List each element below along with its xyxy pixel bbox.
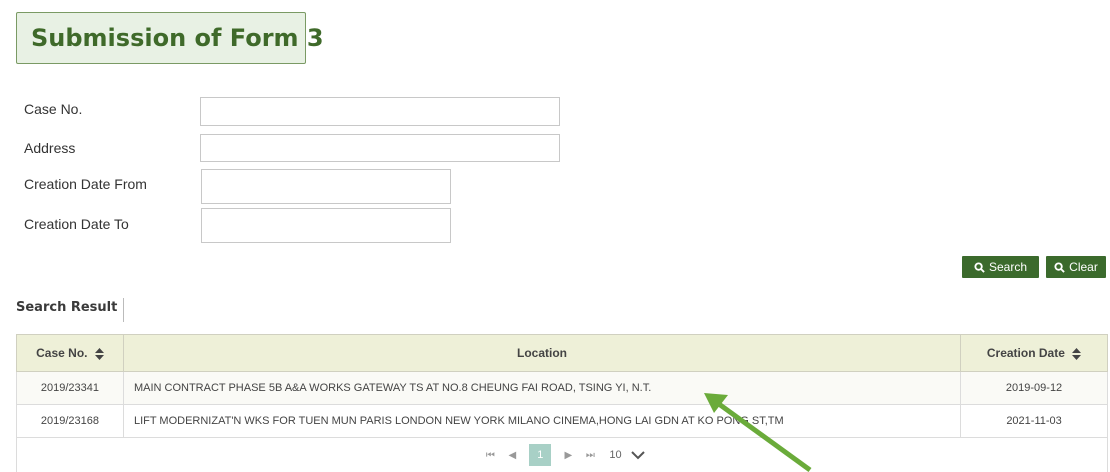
address-label: Address (24, 140, 76, 156)
page-title: Submission of Form 3 (31, 24, 324, 52)
column-header-location: Location (122, 334, 962, 372)
column-header-label: Location (517, 346, 568, 360)
search-icon (1054, 261, 1065, 273)
creation-date-from-label: Creation Date From (24, 176, 147, 192)
search-result-label: Search Result (16, 298, 125, 322)
page-title-box: Submission of Form 3 (16, 12, 324, 64)
first-page-icon[interactable]: ⏮ (479, 444, 501, 466)
search-button[interactable]: Search (962, 256, 1039, 278)
page-size-select[interactable]: 10 (609, 449, 645, 461)
search-icon (974, 261, 985, 273)
next-page-icon[interactable]: ▶ (557, 444, 579, 466)
search-button-label: Search (988, 260, 1028, 274)
page-size-value: 10 (609, 449, 622, 461)
table-header-row: Case No. Location Creation Date (16, 334, 1108, 372)
previous-page-icon[interactable]: ◀ (501, 444, 523, 466)
clear-button-label: Clear (1069, 260, 1098, 274)
cell-creation-date: 2019-09-12 (960, 371, 1108, 405)
table-row[interactable]: 2019/23168 LIFT MODERNIZAT'N WKS FOR TUE… (16, 404, 1108, 438)
address-input[interactable] (200, 134, 560, 162)
creation-date-to-label: Creation Date To (24, 216, 129, 232)
creation-date-to-input[interactable] (201, 208, 451, 243)
results-table: Case No. Location Creation Date 2019/233… (16, 334, 1108, 438)
cell-location: MAIN CONTRACT PHASE 5B A&A WORKS GATEWAY… (122, 371, 962, 405)
case-no-label: Case No. (24, 101, 83, 117)
cell-location: LIFT MODERNIZAT'N WKS FOR TUEN MUN PARIS… (122, 404, 962, 438)
column-header-creation-date[interactable]: Creation Date (960, 334, 1108, 372)
table-row[interactable]: 2019/23341 MAIN CONTRACT PHASE 5B A&A WO… (16, 371, 1108, 405)
sort-icon (1072, 347, 1082, 360)
sort-icon (94, 347, 104, 360)
creation-date-from-input[interactable] (201, 169, 451, 204)
current-page-button[interactable]: 1 (529, 444, 552, 466)
column-header-label: Case No. (36, 346, 88, 360)
pagination: ⏮ ◀ 1 ▶ ⏭ 10 (16, 438, 1108, 472)
chevron-down-icon (630, 451, 645, 460)
column-header-case-no[interactable]: Case No. (16, 334, 124, 372)
column-header-label: Creation Date (986, 346, 1065, 360)
cell-case-no: 2019/23168 (16, 404, 124, 438)
last-page-icon[interactable]: ⏭ (579, 444, 601, 466)
cell-creation-date: 2021-11-03 (960, 404, 1108, 438)
cell-case-no: 2019/23341 (16, 371, 124, 405)
clear-button[interactable]: Clear (1046, 256, 1106, 278)
case-no-input[interactable] (200, 97, 560, 126)
